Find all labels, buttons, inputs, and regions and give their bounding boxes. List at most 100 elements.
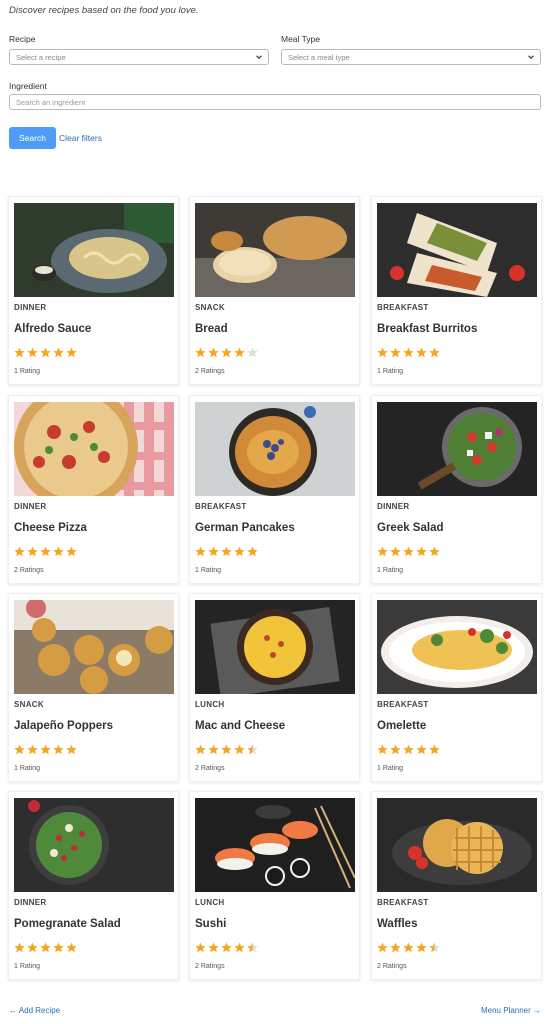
- star-icon: [208, 744, 220, 756]
- recipe-image[interactable]: [377, 798, 537, 892]
- star-icon: [66, 546, 78, 558]
- star-icon: [390, 347, 402, 359]
- ingredient-label: Ingredient: [9, 81, 47, 91]
- recipe-title[interactable]: Pomegranate Salad: [14, 918, 121, 930]
- recipe-card[interactable]: DINNER Cheese Pizza 2 Ratings: [8, 395, 179, 584]
- star-icon: [377, 744, 389, 756]
- rating-count: 1 Rating: [14, 765, 41, 772]
- recipe-title[interactable]: Bread: [195, 323, 228, 335]
- star-icon: [429, 744, 441, 756]
- star-icon: [27, 744, 39, 756]
- star-icon: [14, 546, 26, 558]
- recipe-image[interactable]: [195, 600, 355, 694]
- recipe-image[interactable]: [195, 798, 355, 892]
- star-icon: [416, 347, 428, 359]
- recipe-category: DINNER: [14, 303, 47, 312]
- star-icon: [390, 744, 402, 756]
- recipe-title[interactable]: German Pancakes: [195, 522, 295, 534]
- recipe-category: SNACK: [14, 700, 44, 709]
- recipe-select[interactable]: Select a recipe: [9, 49, 269, 65]
- star-icon: [221, 744, 233, 756]
- recipe-title[interactable]: Breakfast Burritos: [377, 323, 477, 335]
- star-icon: [66, 347, 78, 359]
- recipe-title[interactable]: Mac and Cheese: [195, 720, 285, 732]
- recipe-title[interactable]: Jalapeño Poppers: [14, 720, 113, 732]
- recipe-title[interactable]: Omelette: [377, 720, 426, 732]
- chevron-down-icon: [256, 55, 262, 59]
- recipe-image[interactable]: [195, 402, 355, 496]
- rating-count: 1 Rating: [195, 567, 222, 574]
- recipe-card[interactable]: BREAKFAST German Pancakes 1 Rating: [189, 395, 360, 584]
- recipe-title[interactable]: Alfredo Sauce: [14, 323, 91, 335]
- star-icon: [14, 744, 26, 756]
- star-icon: [40, 744, 52, 756]
- star-icon: [234, 942, 246, 954]
- star-icon: [416, 942, 428, 954]
- star-icon: [195, 546, 207, 558]
- meal-type-select[interactable]: Select a meal type: [281, 49, 541, 65]
- star-rating: [195, 546, 260, 558]
- recipe-card[interactable]: DINNER Greek Salad 1 Rating: [371, 395, 542, 584]
- recipe-card[interactable]: BREAKFAST Waffles 2 Ratings: [371, 791, 542, 980]
- star-rating: [14, 744, 79, 756]
- recipe-title[interactable]: Cheese Pizza: [14, 522, 87, 534]
- star-icon: [247, 546, 259, 558]
- meal-type-label: Meal Type: [281, 34, 321, 44]
- recipe-card[interactable]: BREAKFAST Breakfast Burritos 1 Rating: [371, 196, 542, 385]
- star-icon: [429, 942, 441, 954]
- recipe-card[interactable]: LUNCH Mac and Cheese 2 Ratings: [189, 593, 360, 782]
- add-recipe-link[interactable]: ← Add Recipe: [9, 1006, 60, 1015]
- recipe-category: LUNCH: [195, 700, 225, 709]
- star-icon: [377, 546, 389, 558]
- recipe-title[interactable]: Sushi: [195, 918, 226, 930]
- recipe-title[interactable]: Waffles: [377, 918, 417, 930]
- recipe-image[interactable]: [377, 600, 537, 694]
- recipe-image[interactable]: [14, 600, 174, 694]
- star-icon: [66, 942, 78, 954]
- recipe-category: DINNER: [14, 898, 47, 907]
- star-rating: [195, 744, 260, 756]
- recipe-image[interactable]: [377, 402, 537, 496]
- recipe-label: Recipe: [9, 34, 36, 44]
- recipe-category: LUNCH: [195, 898, 225, 907]
- star-icon: [208, 546, 220, 558]
- recipe-category: DINNER: [377, 502, 410, 511]
- recipe-title[interactable]: Greek Salad: [377, 522, 443, 534]
- menu-planner-link[interactable]: Menu Planner →: [481, 1006, 541, 1015]
- recipe-card[interactable]: DINNER Alfredo Sauce 1 Rating: [8, 196, 179, 385]
- recipe-card[interactable]: SNACK Bread 2 Ratings: [189, 196, 360, 385]
- ingredient-search-input[interactable]: Search an ingredient: [9, 94, 541, 110]
- star-icon: [403, 546, 415, 558]
- star-icon: [416, 744, 428, 756]
- star-icon: [429, 546, 441, 558]
- recipe-card[interactable]: SNACK Jalapeño Poppers 1 Rating: [8, 593, 179, 782]
- rating-count: 1 Rating: [14, 368, 41, 375]
- search-button[interactable]: Search: [9, 127, 56, 149]
- clear-filters-link[interactable]: Clear filters: [59, 133, 102, 143]
- star-icon: [221, 546, 233, 558]
- recipe-category: BREAKFAST: [377, 898, 429, 907]
- recipe-image[interactable]: [14, 798, 174, 892]
- rating-count: 2 Ratings: [195, 765, 225, 772]
- recipe-card[interactable]: BREAKFAST Omelette 1 Rating: [371, 593, 542, 782]
- star-icon: [53, 744, 65, 756]
- rating-count: 2 Ratings: [377, 963, 407, 970]
- recipe-card[interactable]: DINNER Pomegranate Salad 1 Rating: [8, 791, 179, 980]
- star-icon: [377, 347, 389, 359]
- recipe-category: BREAKFAST: [377, 700, 429, 709]
- star-icon: [14, 347, 26, 359]
- rating-count: 1 Rating: [377, 368, 404, 375]
- star-rating: [377, 546, 442, 558]
- recipe-card[interactable]: LUNCH Sushi 2 Ratings: [189, 791, 360, 980]
- rating-count: 2 Ratings: [195, 368, 225, 375]
- recipe-image[interactable]: [377, 203, 537, 297]
- recipe-category: SNACK: [195, 303, 225, 312]
- recipe-image[interactable]: [195, 203, 355, 297]
- star-icon: [247, 347, 259, 359]
- star-icon: [221, 347, 233, 359]
- star-icon: [40, 546, 52, 558]
- recipe-select-placeholder: Select a recipe: [16, 53, 66, 62]
- recipe-image[interactable]: [14, 402, 174, 496]
- recipe-image[interactable]: [14, 203, 174, 297]
- star-icon: [247, 942, 259, 954]
